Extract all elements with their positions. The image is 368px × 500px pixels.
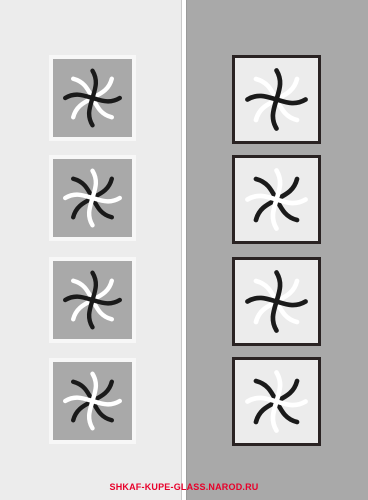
pinwheel-icon — [245, 168, 308, 231]
site-url-caption: SHKAF-KUPE-GLASS.NAROD.RU — [109, 482, 259, 492]
pinwheel-icon — [245, 370, 308, 433]
pinwheel-blade — [90, 68, 99, 101]
pinwheel-blade — [90, 270, 99, 303]
pinwheel-blade — [90, 297, 122, 306]
pinwheel-blade — [245, 395, 279, 404]
pinwheel-blade — [86, 95, 95, 128]
pinwheel-blade — [86, 195, 95, 228]
left-tile-2 — [49, 155, 136, 241]
right-tile-3 — [232, 257, 321, 346]
pinwheel-blade — [270, 299, 279, 333]
right-tile-1 — [232, 55, 321, 144]
pinwheel-blade — [90, 95, 122, 104]
pinwheel-blade — [270, 97, 279, 131]
pinwheel-blade — [86, 297, 95, 330]
pinwheel-blade — [270, 399, 279, 433]
pinwheel-blade — [274, 197, 308, 206]
pinwheel-icon — [245, 270, 308, 333]
pinwheel-blade — [63, 395, 95, 404]
right-door-panel — [186, 0, 368, 500]
pinwheel-blade — [63, 192, 95, 201]
pinwheel-icon — [245, 68, 308, 131]
pinwheel-blade — [270, 197, 279, 231]
pinwheel-blade — [274, 68, 283, 102]
pinwheel-blade — [90, 398, 122, 407]
pinwheel-blade — [90, 168, 99, 201]
pinwheel-blade — [245, 295, 279, 304]
left-tile-3 — [49, 257, 136, 343]
pinwheel-blade — [90, 195, 122, 204]
pinwheel-blade — [86, 398, 95, 431]
pinwheel-blade — [245, 93, 279, 102]
pinwheel-blade — [274, 399, 308, 408]
right-tile-4 — [232, 357, 321, 446]
left-door-panel — [0, 0, 182, 500]
right-tile-2 — [232, 155, 321, 244]
pinwheel-blade — [274, 299, 308, 308]
pinwheel-blade — [90, 371, 99, 404]
pinwheel-blade — [63, 92, 95, 101]
left-tile-4 — [49, 358, 136, 444]
pinwheel-blade — [63, 294, 95, 303]
pinwheel-blade — [274, 370, 283, 404]
pinwheel-blade — [274, 168, 283, 202]
pinwheel-blade — [245, 193, 279, 202]
left-tile-1 — [49, 55, 136, 141]
pinwheel-icon — [63, 371, 122, 431]
pinwheel-blade — [274, 97, 308, 106]
pinwheel-icon — [63, 270, 122, 330]
pinwheel-icon — [63, 68, 122, 128]
pinwheel-blade — [274, 270, 283, 304]
pinwheel-icon — [63, 168, 122, 228]
